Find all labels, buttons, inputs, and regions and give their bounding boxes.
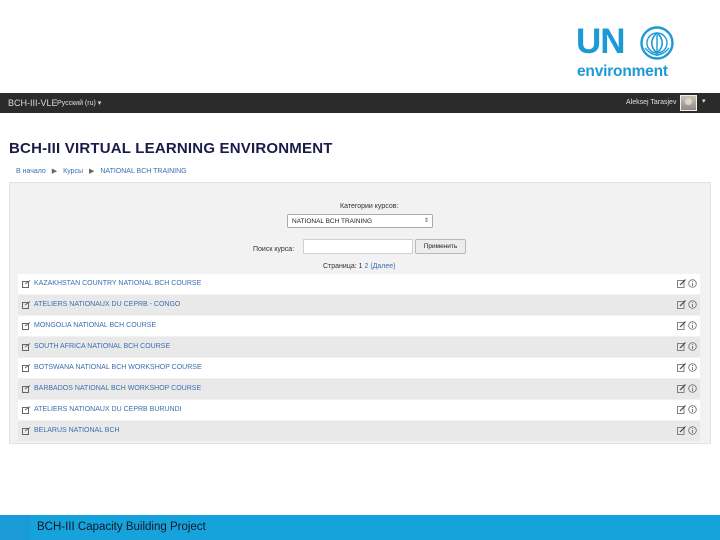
course-icon: [22, 364, 31, 372]
course-icon: [22, 427, 31, 435]
course-link[interactable]: ATELIERS NATIONAUX DU CEPRB - CONGO: [34, 301, 180, 308]
info-icon[interactable]: [688, 405, 697, 414]
info-icon[interactable]: [688, 363, 697, 372]
course-row: MONGOLIA NATIONAL BCH COURSE: [18, 316, 700, 336]
search-apply-button[interactable]: Применить: [415, 239, 466, 254]
page-2-link[interactable]: 2: [364, 263, 368, 270]
page-1: 1: [358, 263, 363, 270]
course-link[interactable]: BOTSWANA NATIONAL BCH WORKSHOP COURSE: [34, 364, 202, 371]
course-row: BOTSWANA NATIONAL BCH WORKSHOP COURSE: [18, 358, 700, 378]
course-icon: [22, 280, 31, 288]
site-brand-link[interactable]: BCH-III-VLE: [8, 98, 58, 108]
language-menu[interactable]: Русский (ru) ▾: [57, 99, 101, 107]
course-link[interactable]: MONGOLIA NATIONAL BCH COURSE: [34, 322, 156, 329]
info-icon[interactable]: [688, 342, 697, 351]
edit-icon[interactable]: [677, 426, 686, 435]
logo-un-text: UN: [576, 22, 626, 61]
course-row: BELARUS NATIONAL BCH: [18, 421, 700, 441]
course-row: ATELIERS NATIONAUX DU CEPRB - CONGO: [18, 295, 700, 315]
edit-icon[interactable]: [677, 342, 686, 351]
pagination: Страница: 1 2 (Далее): [323, 263, 396, 270]
edit-icon[interactable]: [677, 300, 686, 309]
course-list: KAZAKHSTAN COUNTRY NATIONAL BCH COURSE A…: [18, 274, 700, 442]
select-arrows-icon: ⇕: [423, 218, 429, 224]
course-row: SOUTH AFRICA NATIONAL BCH COURSE: [18, 337, 700, 357]
user-menu-chevron-icon[interactable]: ▾: [702, 97, 706, 105]
pagination-label: Страница:: [323, 263, 359, 270]
edit-icon[interactable]: [677, 384, 686, 393]
search-input[interactable]: [303, 239, 413, 254]
search-label: Поиск курса:: [253, 246, 295, 253]
edit-icon[interactable]: [677, 279, 686, 288]
course-row: KAZAKHSTAN COUNTRY NATIONAL BCH COURSE: [18, 274, 700, 294]
breadcrumb-current[interactable]: NATIONAL BCH TRAINING: [100, 168, 186, 175]
breadcrumb-separator-icon: ▶: [89, 168, 95, 175]
course-icon: [22, 406, 31, 414]
avatar[interactable]: [680, 95, 697, 111]
top-navbar: BCH-III-VLE Русский (ru) ▾ Aleksej Taras…: [0, 93, 720, 113]
un-environment-logo: UN environment: [576, 24, 680, 80]
footer-text: BCH-III Capacity Building Project: [37, 521, 206, 533]
category-selected-value: NATIONAL BCH TRAINING: [292, 218, 373, 225]
info-icon[interactable]: [688, 426, 697, 435]
course-link[interactable]: KAZAKHSTAN COUNTRY NATIONAL BCH COURSE: [34, 280, 201, 287]
edit-icon[interactable]: [677, 363, 686, 372]
edit-icon[interactable]: [677, 321, 686, 330]
course-icon: [22, 385, 31, 393]
edit-icon[interactable]: [677, 405, 686, 414]
course-icon: [22, 343, 31, 351]
breadcrumb-courses[interactable]: Курсы: [63, 168, 83, 175]
language-label: Русский (ru): [57, 100, 96, 107]
breadcrumb: В начало ▶ Курсы ▶ NATIONAL BCH TRAINING: [16, 167, 191, 175]
course-link[interactable]: BARBADOS NATIONAL BCH WORKSHOP COURSE: [34, 385, 201, 392]
page-title: BCH-III VIRTUAL LEARNING ENVIRONMENT: [9, 140, 333, 157]
chevron-down-icon: ▾: [97, 100, 102, 107]
course-link[interactable]: SOUTH AFRICA NATIONAL BCH COURSE: [34, 343, 170, 350]
user-name[interactable]: Aleksej Tarasjev: [626, 99, 676, 106]
course-row: ATELIERS NATIONAUX DU CEPRB BURUNDI: [18, 400, 700, 420]
footer-bar: BCH-III Capacity Building Project: [0, 515, 720, 540]
info-icon[interactable]: [688, 300, 697, 309]
logo-environment-text: environment: [577, 63, 668, 80]
category-select[interactable]: NATIONAL BCH TRAINING ⇕: [287, 214, 433, 228]
breadcrumb-separator-icon: ▶: [51, 168, 58, 175]
info-icon[interactable]: [688, 384, 697, 393]
next-page-link[interactable]: (Далее): [370, 263, 395, 270]
info-icon[interactable]: [688, 321, 697, 330]
category-label: Категории курсов:: [340, 203, 399, 210]
breadcrumb-home[interactable]: В начало: [16, 168, 46, 175]
course-icon: [22, 322, 31, 330]
moodle-screenshot: BCH-III-VLE Русский (ru) ▾ Aleksej Taras…: [0, 93, 720, 445]
course-row: BARBADOS NATIONAL BCH WORKSHOP COURSE: [18, 379, 700, 399]
course-icon: [22, 301, 31, 309]
course-link[interactable]: BELARUS NATIONAL BCH: [34, 427, 120, 434]
un-emblem-icon: [640, 26, 674, 60]
info-icon[interactable]: [688, 279, 697, 288]
course-link[interactable]: ATELIERS NATIONAUX DU CEPRB BURUNDI: [34, 406, 182, 413]
